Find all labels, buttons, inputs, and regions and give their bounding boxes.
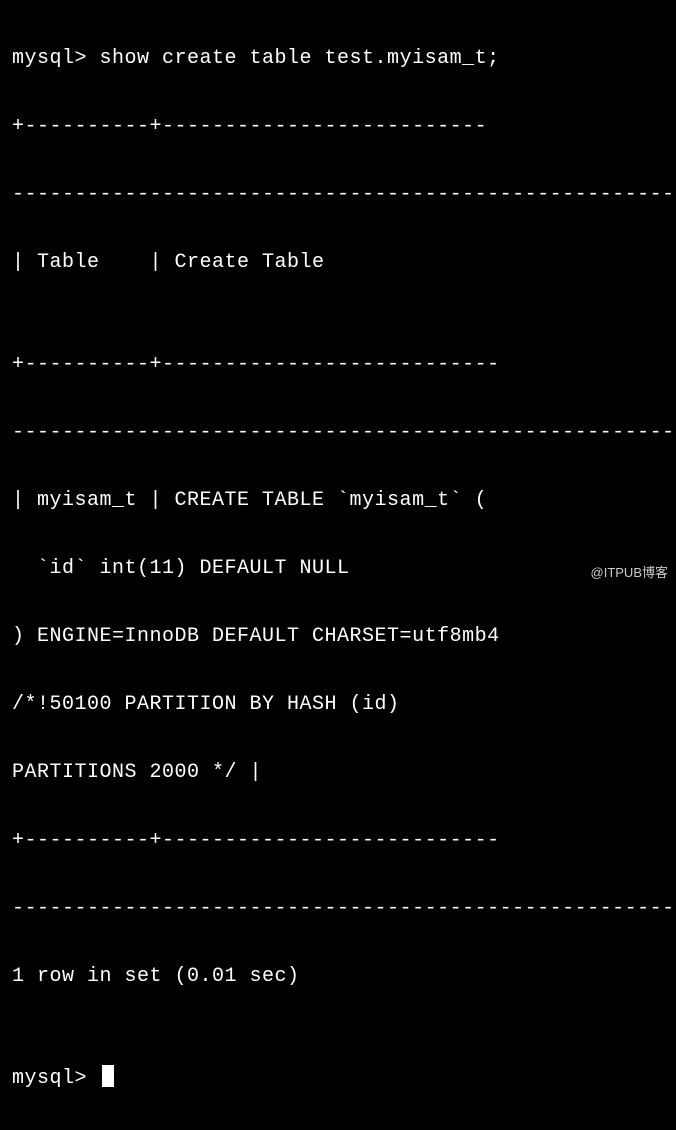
table-header-row: | Table | Create Table	[12, 246, 664, 280]
watermark-text: @ITPUB博客	[591, 562, 668, 584]
mysql-terminal[interactable]: mysql> show create table test.myisam_t; …	[12, 8, 664, 1130]
table-row-line-4: /*!50100 PARTITION BY HASH (id)	[12, 688, 664, 722]
table-row-line-3: ) ENGINE=InnoDB DEFAULT CHARSET=utf8mb4	[12, 620, 664, 654]
table-row-line-1: | myisam_t | CREATE TABLE `myisam_t` (	[12, 484, 664, 518]
table-border-top-1: +----------+--------------------------	[12, 110, 664, 144]
table-row-line-5: PARTITIONS 2000 */ |	[12, 756, 664, 790]
sql-command: show create table test.myisam_t;	[100, 47, 500, 70]
terminal-cursor[interactable]	[102, 1065, 114, 1087]
table-border-bot-1: +----------+---------------------------	[12, 824, 664, 858]
mysql-prompt-2: mysql>	[12, 1067, 100, 1090]
table-border-top-2: ----------------------------------------…	[12, 178, 664, 212]
table-border-mid-1: +----------+---------------------------	[12, 348, 664, 382]
table-border-mid-2: ----------------------------------------…	[12, 416, 664, 450]
table-border-bot-2: ----------------------------------------…	[12, 892, 664, 926]
table-row-line-2: `id` int(11) DEFAULT NULL	[12, 552, 664, 586]
mysql-prompt: mysql>	[12, 47, 100, 70]
result-summary: 1 row in set (0.01 sec)	[12, 960, 664, 994]
